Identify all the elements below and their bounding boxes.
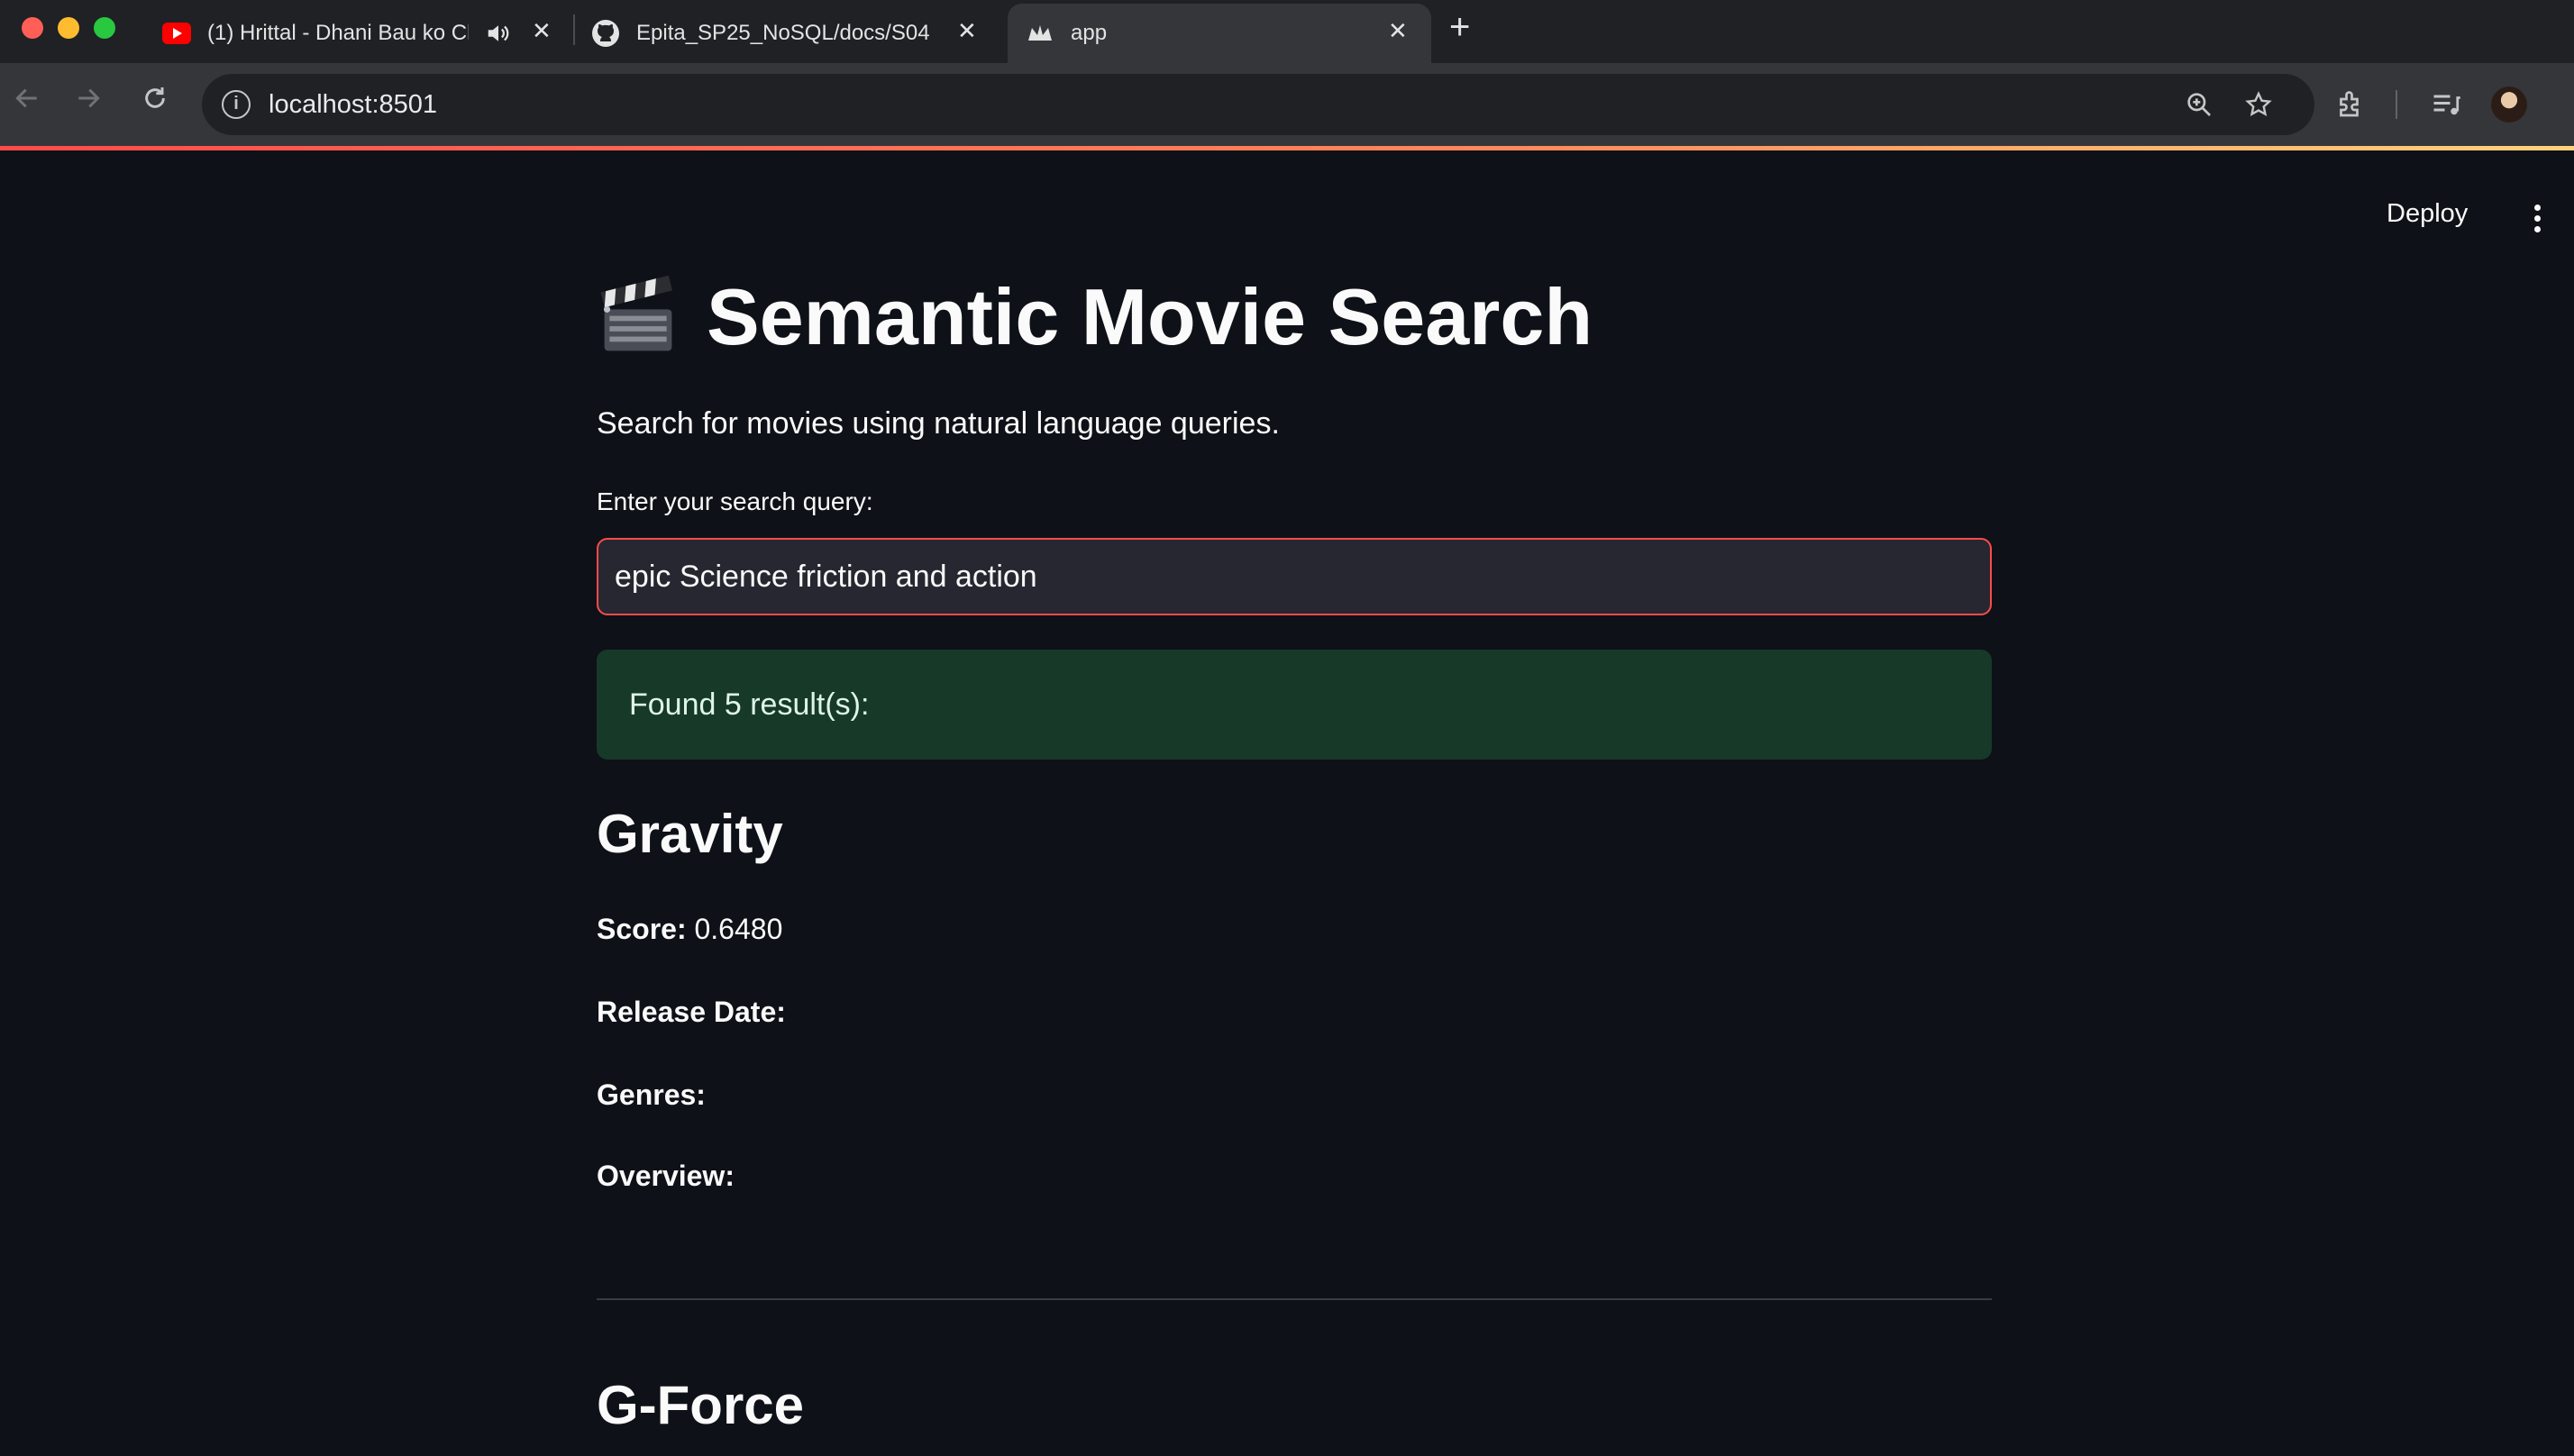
extensions-puzzle-icon[interactable] — [2334, 88, 2367, 127]
address-bar[interactable]: i localhost:8501 — [202, 74, 2314, 135]
browser-tab-youtube[interactable]: (1) Hrittal - Dhani Bau ko Chhori ✕ — [162, 4, 559, 63]
tab-close-icon[interactable]: ✕ — [957, 17, 977, 45]
window-minimize-button[interactable] — [58, 17, 79, 39]
score-label: Score: — [597, 913, 687, 945]
app-viewport: Deploy Semantic Movie Search Search for … — [0, 150, 2574, 1456]
movie-result: Gravity — [597, 803, 1992, 865]
page-title-text: Semantic Movie Search — [707, 272, 1593, 361]
github-icon — [591, 19, 620, 48]
search-input-label: Enter your search query: — [597, 487, 873, 515]
speaker-icon[interactable] — [485, 20, 512, 53]
tab-close-icon[interactable]: ✕ — [1388, 17, 1408, 45]
success-alert: Found 5 result(s): — [597, 650, 1992, 760]
movie-score: Score: 0.6480 — [597, 913, 782, 946]
browser-toolbar: i localhost:8501 — [0, 63, 2574, 146]
zoom-icon[interactable] — [2185, 90, 2213, 123]
movie-result: G-Force — [597, 1374, 1992, 1436]
score-value: 0.6480 — [694, 913, 783, 945]
tab-separator — [573, 14, 575, 45]
overview-label: Overview: — [597, 1160, 735, 1192]
result-count-message: Found 5 result(s): — [629, 687, 870, 722]
genres-label: Genres: — [597, 1078, 706, 1111]
movie-overview: Overview: — [597, 1160, 735, 1193]
media-control-icon[interactable] — [2430, 88, 2462, 127]
forward-arrow-icon[interactable] — [74, 81, 103, 124]
new-tab-icon[interactable]: + — [1449, 9, 1470, 45]
deploy-button[interactable]: Deploy — [2387, 199, 2468, 229]
site-info-icon[interactable]: i — [222, 90, 251, 119]
tab-title: Epita_SP25_NoSQL/docs/S04 — [636, 21, 930, 45]
tab-close-icon[interactable]: ✕ — [532, 17, 552, 45]
back-arrow-icon[interactable] — [13, 81, 41, 124]
movie-genres: Genres: — [597, 1078, 706, 1112]
browser-tab-strip: (1) Hrittal - Dhani Bau ko Chhori ✕ Epit… — [0, 0, 2574, 63]
bookmark-star-icon[interactable] — [2244, 90, 2273, 123]
browser-tab-github[interactable]: Epita_SP25_NoSQL/docs/S04 ✕ — [591, 4, 988, 63]
page-title: Semantic Movie Search — [597, 268, 1593, 367]
browser-tab-app[interactable]: app ✕ — [1008, 4, 1431, 63]
movie-title: G-Force — [597, 1375, 805, 1435]
search-input[interactable] — [597, 538, 1992, 615]
youtube-icon — [162, 19, 191, 48]
window-zoom-button[interactable] — [94, 17, 115, 39]
clapper-board-icon — [600, 276, 673, 351]
toolbar-divider — [2396, 90, 2397, 119]
window-close-button[interactable] — [22, 17, 43, 39]
page-subtitle: Search for movies using natural language… — [597, 406, 1280, 441]
release-date-label: Release Date: — [597, 996, 786, 1028]
tab-title: app — [1071, 21, 1108, 45]
tab-title: (1) Hrittal - Dhani Bau ko Chhori — [207, 21, 469, 45]
profile-avatar[interactable] — [2491, 86, 2527, 123]
main-menu-icon[interactable] — [2534, 205, 2542, 237]
movie-release-date: Release Date: — [597, 996, 786, 1029]
reload-icon[interactable] — [141, 81, 169, 124]
movie-title: Gravity — [597, 804, 783, 864]
result-divider — [597, 1298, 1992, 1300]
streamlit-icon — [1026, 19, 1054, 48]
address-url: localhost:8501 — [269, 90, 438, 119]
